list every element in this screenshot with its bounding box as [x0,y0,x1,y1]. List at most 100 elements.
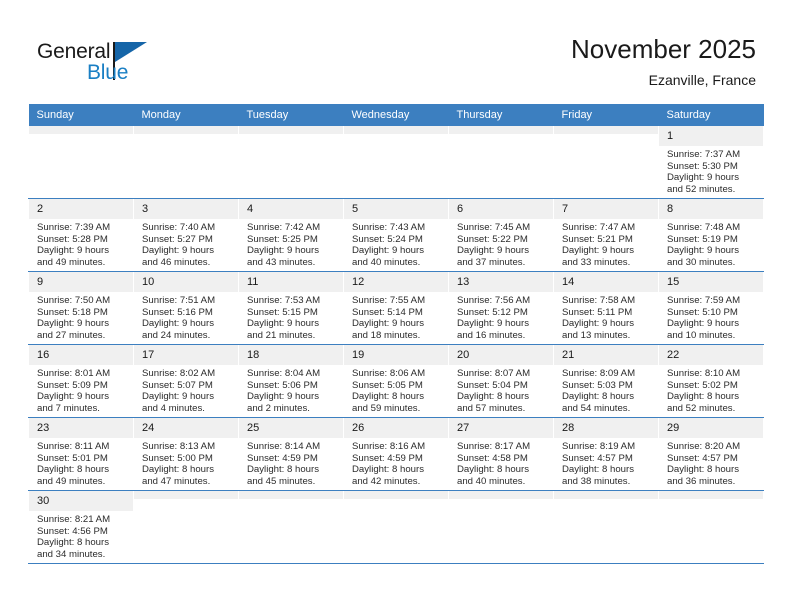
day-number: 12 [344,272,448,292]
calendar-day-cell[interactable]: 14 Sunrise: 7:58 AM Sunset: 5:11 PM Dayligh… [553,271,659,345]
daylight-duration-line2: and 27 minutes. [37,329,106,341]
day-cell-inner: 26 Sunrise: 8:16 AM Sunset: 4:59 PM Dayligh… [344,418,448,490]
daylight-duration-line1: Daylight: 9 hours [37,391,109,403]
daylight-duration-line2: and 10 minutes. [667,329,736,341]
day-cell-inner [134,126,238,198]
calendar-day-cell[interactable]: 10 Sunrise: 7:51 AM Sunset: 5:16 PM Dayligh… [133,271,239,345]
daylight-duration-line2: and 59 minutes. [352,402,421,414]
day-cell-inner [134,491,238,563]
calendar-day-cell[interactable]: 24 Sunrise: 8:13 AM Sunset: 5:00 PM Dayligh… [133,417,239,491]
sunrise-time: Sunrise: 8:19 AM [562,441,636,452]
day-number [554,491,658,499]
sunrise-time: Sunrise: 7:47 AM [562,222,636,233]
day-cell-inner: 27 Sunrise: 8:17 AM Sunset: 4:58 PM Dayligh… [449,418,553,490]
daylight-duration-line1: Daylight: 8 hours [247,464,319,476]
day-cell-inner [554,491,658,563]
day-cell-inner: 13 Sunrise: 7:56 AM Sunset: 5:12 PM Dayligh… [449,272,553,344]
calendar-day-cell[interactable]: 28 Sunrise: 8:19 AM Sunset: 4:57 PM Dayligh… [553,417,659,491]
daylight-duration-line1: Daylight: 8 hours [667,464,739,476]
day-number: 6 [449,199,553,219]
day-cell-inner: 11 Sunrise: 7:53 AM Sunset: 5:15 PM Dayligh… [239,272,343,344]
daylight-duration-line1: Daylight: 9 hours [142,391,214,403]
calendar-cell-empty [238,126,344,199]
calendar-day-cell[interactable]: 5 Sunrise: 7:43 AM Sunset: 5:24 PM Daylight… [343,198,449,272]
sunset-time: Sunset: 5:19 PM [667,233,738,245]
calendar-day-cell[interactable]: 30 Sunrise: 8:21 AM Sunset: 4:56 PM Dayligh… [28,490,134,564]
day-number [344,491,448,499]
calendar-day-cell[interactable]: 2 Sunrise: 7:39 AM Sunset: 5:28 PM Daylight… [28,198,134,272]
sun-info: Sunrise: 7:48 AM Sunset: 5:19 PM Daylight:… [659,219,763,268]
day-cell-inner: 9 Sunrise: 7:50 AM Sunset: 5:18 PM Daylight… [29,272,133,344]
calendar-day-cell[interactable]: 27 Sunrise: 8:17 AM Sunset: 4:58 PM Dayligh… [448,417,554,491]
calendar-day-cell[interactable]: 26 Sunrise: 8:16 AM Sunset: 4:59 PM Dayligh… [343,417,449,491]
sunrise-time: Sunrise: 7:58 AM [562,295,636,306]
day-cell-inner: 14 Sunrise: 7:58 AM Sunset: 5:11 PM Dayligh… [554,272,658,344]
calendar-week-row: 23 Sunrise: 8:11 AM Sunset: 5:01 PM Dayligh… [28,417,764,491]
day-cell-inner [239,491,343,563]
calendar-day-cell[interactable]: 7 Sunrise: 7:47 AM Sunset: 5:21 PM Daylight… [553,198,659,272]
calendar-day-cell[interactable]: 15 Sunrise: 7:59 AM Sunset: 5:10 PM Dayligh… [658,271,764,345]
calendar-day-cell[interactable]: 11 Sunrise: 7:53 AM Sunset: 5:15 PM Dayligh… [238,271,344,345]
day-cell-inner: 18 Sunrise: 8:04 AM Sunset: 5:06 PM Dayligh… [239,345,343,417]
daylight-duration-line1: Daylight: 9 hours [37,318,109,330]
calendar-day-cell[interactable]: 18 Sunrise: 8:04 AM Sunset: 5:06 PM Dayligh… [238,344,344,418]
logo-flag-icon [115,42,147,62]
day-cell-inner: 25 Sunrise: 8:14 AM Sunset: 4:59 PM Dayligh… [239,418,343,490]
day-cell-inner: 23 Sunrise: 8:11 AM Sunset: 5:01 PM Dayligh… [29,418,133,490]
calendar-day-cell[interactable]: 4 Sunrise: 7:42 AM Sunset: 5:25 PM Daylight… [238,198,344,272]
day-number: 4 [239,199,343,219]
daylight-duration-line2: and 49 minutes. [37,256,106,268]
calendar-day-cell[interactable]: 13 Sunrise: 7:56 AM Sunset: 5:12 PM Dayligh… [448,271,554,345]
daylight-duration-line1: Daylight: 9 hours [667,172,739,184]
sunset-time: Sunset: 4:59 PM [352,452,423,464]
calendar-day-cell[interactable]: 17 Sunrise: 8:02 AM Sunset: 5:07 PM Dayligh… [133,344,239,418]
daylight-duration-line1: Daylight: 8 hours [457,464,529,476]
calendar-day-cell[interactable]: 8 Sunrise: 7:48 AM Sunset: 5:19 PM Daylight… [658,198,764,272]
sunrise-time: Sunrise: 8:06 AM [352,368,426,379]
calendar-day-cell[interactable]: 21 Sunrise: 8:09 AM Sunset: 5:03 PM Dayligh… [553,344,659,418]
daylight-duration-line1: Daylight: 9 hours [457,318,529,330]
calendar-day-cell[interactable]: 16 Sunrise: 8:01 AM Sunset: 5:09 PM Dayligh… [28,344,134,418]
calendar-day-cell[interactable]: 1 Sunrise: 7:37 AM Sunset: 5:30 PM Daylight… [658,126,764,199]
weekday-header-thursday: Thursday [448,104,554,126]
daylight-duration-line2: and 47 minutes. [142,475,211,487]
daylight-duration-line2: and 54 minutes. [562,402,631,414]
calendar-day-cell[interactable]: 3 Sunrise: 7:40 AM Sunset: 5:27 PM Daylight… [133,198,239,272]
calendar-day-cell[interactable]: 23 Sunrise: 8:11 AM Sunset: 5:01 PM Dayligh… [28,417,134,491]
daylight-duration-line2: and 18 minutes. [352,329,421,341]
sunrise-time: Sunrise: 7:59 AM [667,295,741,306]
sunset-time: Sunset: 5:11 PM [562,306,633,318]
sunrise-time: Sunrise: 8:11 AM [37,441,110,452]
weekday-header-row: Sunday Monday Tuesday Wednesday Thursday… [28,104,764,126]
page-subtitle: Ezanville, France [648,72,756,88]
daylight-duration-line2: and 40 minutes. [352,256,421,268]
day-cell-inner: 6 Sunrise: 7:45 AM Sunset: 5:22 PM Daylight… [449,199,553,271]
day-cell-inner: 19 Sunrise: 8:06 AM Sunset: 5:05 PM Dayligh… [344,345,448,417]
daylight-duration-line2: and 45 minutes. [247,475,316,487]
sunset-time: Sunset: 4:57 PM [667,452,738,464]
sunrise-time: Sunrise: 7:42 AM [247,222,321,233]
daylight-duration-line1: Daylight: 9 hours [667,318,739,330]
calendar-body: 1 Sunrise: 7:37 AM Sunset: 5:30 PM Daylight… [28,126,764,564]
calendar-day-cell[interactable]: 9 Sunrise: 7:50 AM Sunset: 5:18 PM Daylight… [28,271,134,345]
title-block: November 2025 Ezanville, France [571,32,756,90]
sunset-time: Sunset: 5:28 PM [37,233,108,245]
calendar-day-cell[interactable]: 20 Sunrise: 8:07 AM Sunset: 5:04 PM Dayligh… [448,344,554,418]
calendar-day-cell[interactable]: 29 Sunrise: 8:20 AM Sunset: 4:57 PM Dayligh… [658,417,764,491]
sunrise-time: Sunrise: 7:50 AM [37,295,111,306]
calendar-day-cell[interactable]: 22 Sunrise: 8:10 AM Sunset: 5:02 PM Dayligh… [658,344,764,418]
calendar-day-cell[interactable]: 12 Sunrise: 7:55 AM Sunset: 5:14 PM Dayligh… [343,271,449,345]
sunrise-time: Sunrise: 8:09 AM [562,368,636,379]
sun-info: Sunrise: 8:06 AM Sunset: 5:05 PM Daylight:… [344,365,448,414]
day-cell-inner: 10 Sunrise: 7:51 AM Sunset: 5:16 PM Dayligh… [134,272,238,344]
calendar-day-cell[interactable]: 25 Sunrise: 8:14 AM Sunset: 4:59 PM Dayligh… [238,417,344,491]
daylight-duration-line2: and 13 minutes. [562,329,631,341]
page-header: General Blue November 2025 Ezanville, Fr… [0,0,792,104]
sun-info: Sunrise: 8:09 AM Sunset: 5:03 PM Daylight:… [554,365,658,414]
day-number: 21 [554,345,658,365]
calendar-cell-empty [448,126,554,199]
sunrise-time: Sunrise: 8:02 AM [142,368,216,379]
calendar-day-cell[interactable]: 19 Sunrise: 8:06 AM Sunset: 5:05 PM Dayligh… [343,344,449,418]
daylight-duration-line1: Daylight: 8 hours [457,391,529,403]
calendar-day-cell[interactable]: 6 Sunrise: 7:45 AM Sunset: 5:22 PM Daylight… [448,198,554,272]
